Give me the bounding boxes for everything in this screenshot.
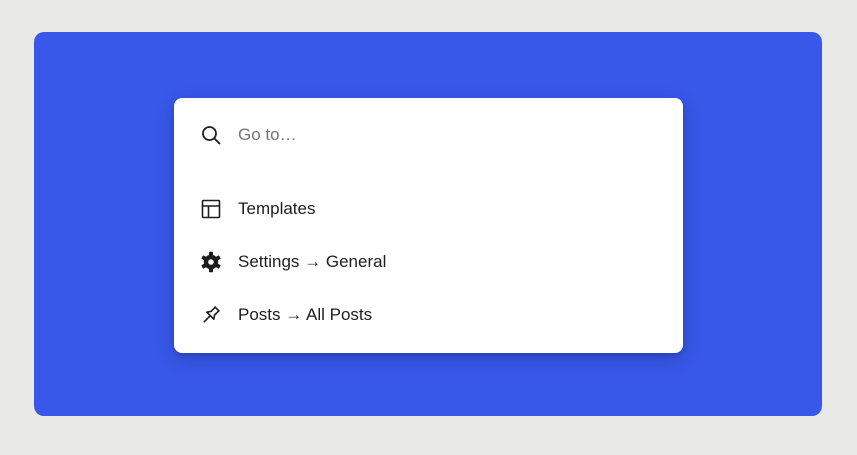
command-palette: Templates Settings → Genera bbox=[174, 98, 683, 353]
layout-icon bbox=[199, 197, 223, 221]
result-settings-general[interactable]: Settings → General bbox=[174, 240, 683, 284]
blue-backdrop: Templates Settings → Genera bbox=[34, 32, 822, 416]
result-label: Settings → General bbox=[238, 252, 387, 271]
result-label: Templates bbox=[238, 199, 316, 218]
search-input[interactable] bbox=[238, 122, 658, 148]
result-label: Posts → All Posts bbox=[238, 305, 373, 324]
search-icon bbox=[199, 123, 223, 147]
search-row bbox=[174, 98, 683, 170]
pin-icon bbox=[199, 303, 223, 327]
gear-icon bbox=[199, 250, 223, 274]
result-posts-all-posts[interactable]: Posts → All Posts bbox=[174, 293, 683, 337]
result-templates[interactable]: Templates bbox=[174, 187, 683, 231]
